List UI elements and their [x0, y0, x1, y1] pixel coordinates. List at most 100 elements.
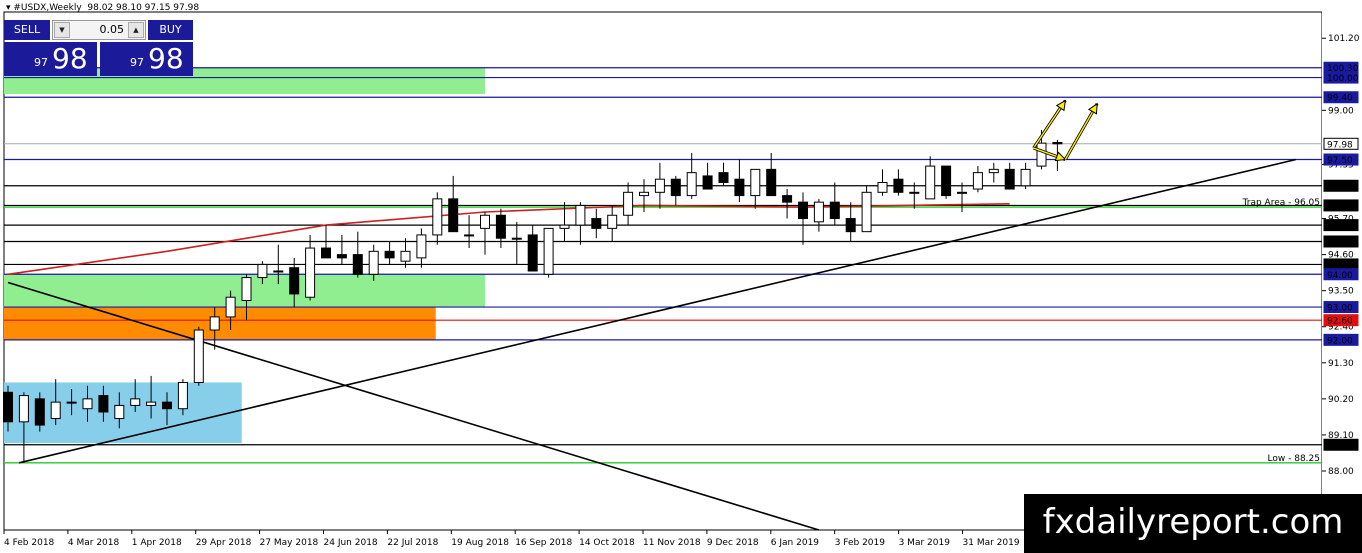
candle-body-bear — [3, 391, 13, 423]
candle-body-bear — [321, 247, 331, 259]
candle — [925, 156, 936, 200]
arrow-head-2 — [1087, 102, 1098, 115]
candle — [734, 159, 745, 203]
candle-body-bull — [813, 201, 824, 223]
candle-body-bull — [909, 191, 920, 194]
candle — [718, 162, 729, 186]
candle-body-bull — [623, 191, 634, 216]
candle-body-bear — [941, 165, 952, 197]
candle-body-bull — [241, 277, 252, 302]
candle — [782, 189, 793, 219]
price-tag-label: 88.80 — [1327, 441, 1353, 451]
chart-header: ▾ #USDX,Weekly 98.02 98.10 97.15 97.98 — [6, 3, 199, 13]
candle-body-bull — [50, 401, 61, 420]
candle — [305, 234, 316, 301]
price-axis: 101.2099.0097.3595.7094.6093.5092.4091.3… — [1322, 0, 1362, 553]
candle-body-bull — [305, 247, 316, 298]
price-tag-label: 97.50 — [1327, 156, 1353, 166]
candle-body-bull — [257, 263, 268, 279]
buy-price-button[interactable]: 97 98 — [100, 42, 193, 76]
sell-button[interactable]: SELL — [4, 20, 50, 40]
candle-body-bear — [98, 395, 109, 413]
candle-body-bull — [464, 234, 475, 237]
candle-body-bull — [193, 329, 204, 383]
x-tick-label: 4 Mar 2018 — [68, 538, 120, 548]
candle — [495, 208, 506, 249]
candle — [845, 202, 856, 242]
candle — [941, 165, 952, 199]
candle-body-bear — [734, 178, 745, 197]
candle-body-bull — [146, 401, 157, 406]
candle — [543, 227, 554, 278]
symbol-label: #USDX,Weekly — [13, 3, 82, 13]
buy-price-pips: 98 — [148, 42, 184, 75]
one-click-trading-panel: SELL ▼ 0.05 ▲ BUY 97 98 97 98 — [4, 20, 193, 76]
candle-body-bear — [893, 178, 904, 193]
candle — [1020, 162, 1031, 190]
price-tag-label: 92.60 — [1327, 317, 1353, 327]
y-tick-label: 93.50 — [1328, 287, 1354, 297]
candle — [591, 208, 602, 239]
candle — [877, 169, 888, 196]
lot-decrease-icon[interactable]: ▼ — [54, 22, 70, 38]
arrow-shaft-2 — [1064, 103, 1098, 160]
candle — [432, 192, 443, 245]
candle-body-bear — [845, 218, 856, 233]
candle — [448, 175, 459, 233]
candle — [352, 231, 363, 278]
candle-body-bull — [559, 224, 570, 229]
y-tick-label: 101.20 — [1328, 34, 1360, 44]
candle — [893, 169, 904, 196]
lot-size-value[interactable]: 0.05 — [71, 21, 127, 39]
zones-layer — [4, 67, 485, 444]
buy-price-prefix: 97 — [130, 56, 144, 69]
candle-body-bull — [273, 270, 284, 273]
candle-body-bear — [591, 218, 602, 229]
candle — [670, 175, 681, 206]
candle-body-bear — [798, 201, 808, 220]
candle-body-bull — [1036, 142, 1047, 167]
zone-2 — [4, 307, 436, 340]
x-tick-label: 24 Jun 2018 — [324, 538, 378, 548]
candle — [861, 185, 872, 233]
x-tick-label: 3 Feb 2019 — [835, 538, 886, 548]
candle — [400, 238, 411, 268]
candle — [798, 192, 808, 245]
sell-price-pips: 98 — [52, 42, 88, 75]
candle-body-bull — [686, 172, 697, 197]
x-tick-label: 22 Jul 2018 — [387, 538, 438, 548]
sell-price-prefix: 97 — [34, 56, 48, 69]
candle — [654, 162, 665, 209]
candle-body-bear — [670, 178, 681, 197]
price-tag-label: 95.00 — [1327, 238, 1353, 248]
candle — [988, 162, 999, 183]
lot-increase-icon[interactable]: ▲ — [128, 22, 144, 38]
candle-body-bull — [177, 381, 188, 410]
candle — [336, 234, 347, 265]
candle-body-bear — [352, 254, 363, 275]
annotation-label-0: Trap Area - 96.05 — [1242, 198, 1320, 208]
price-chart[interactable]: Trap Area - 96.05 Low - 88.25 101.20 99.00… — [0, 0, 1362, 553]
lot-size-field[interactable]: ▼ 0.05 ▲ — [52, 20, 146, 40]
candle-body-bull — [400, 250, 411, 262]
candle-body-bull — [18, 395, 29, 423]
candle-body-bear — [782, 195, 793, 203]
candle-body-bull — [750, 168, 761, 197]
candle-body-bull — [877, 181, 888, 193]
candle-body-bull — [575, 204, 586, 226]
x-tick-label: 3 Mar 2019 — [899, 538, 951, 548]
candle — [464, 215, 475, 249]
candle — [193, 326, 204, 386]
candle — [480, 211, 490, 255]
price-tag-label: 93.00 — [1327, 304, 1353, 314]
buy-button[interactable]: BUY — [148, 20, 193, 40]
x-tick-label: 6 Jan 2019 — [771, 538, 819, 548]
candle — [623, 182, 634, 226]
y-tick-label: 90.20 — [1328, 395, 1354, 405]
chart-window: Trap Area - 96.05 Low - 88.25 101.20 99.00… — [0, 0, 1362, 553]
time-axis: 4 Feb 2018 4 Mar 2018 1 Apr 2018 29 Apr 201… — [3, 530, 1020, 548]
annotations-layer: Trap Area - 96.05 Low - 88.25 — [1242, 198, 1320, 464]
candle-body-bull — [432, 198, 443, 236]
candle-body-bull — [130, 398, 141, 406]
sell-price-button[interactable]: 97 98 — [4, 42, 97, 76]
